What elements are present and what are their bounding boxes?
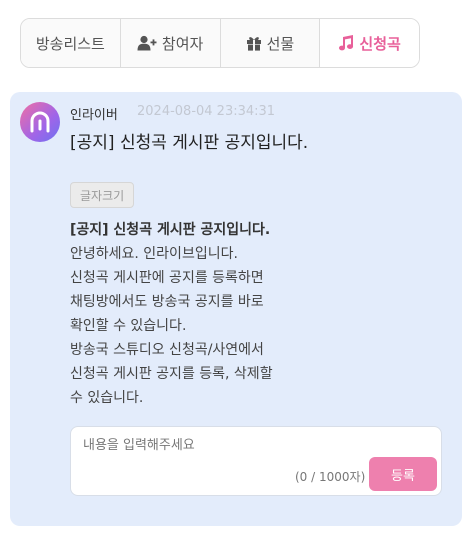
post-body-line: 수 있습니다. bbox=[70, 390, 144, 406]
avatar bbox=[20, 102, 60, 142]
tab-participants[interactable]: 참여자 bbox=[120, 19, 221, 67]
post-author: 인라이버 bbox=[70, 108, 118, 123]
music-note-icon bbox=[339, 35, 354, 51]
tab-participants-label: 참여자 bbox=[161, 34, 204, 53]
tab-broadcast-list-label: 방송리스트 bbox=[35, 34, 105, 53]
post-body-heading: [공지] 신청곡 게시판 공지입니다. bbox=[70, 222, 271, 238]
user-plus-icon bbox=[137, 35, 157, 51]
gift-icon bbox=[246, 37, 261, 51]
tab-song-requests-label: 신청곡 bbox=[359, 34, 401, 53]
post-date: 2024-08-04 23:34:31 bbox=[137, 104, 276, 119]
submit-button[interactable]: 등록 bbox=[369, 457, 437, 491]
post-body: [공지] 신청곡 게시판 공지입니다. 안녕하세요. 인라이브입니다. 신청곡 … bbox=[70, 218, 440, 410]
tab-gifts-label: 선물 bbox=[266, 34, 295, 53]
post-body-line: 신청곡 게시판 공지를 등록, 삭제할 bbox=[70, 366, 273, 382]
character-counter: (0 / 1000자) bbox=[295, 470, 366, 484]
tab-bar: 방송리스트 참여자 선물 신청곡 bbox=[20, 18, 420, 68]
post-body-line: 확인할 수 있습니다. bbox=[70, 318, 187, 334]
inlive-logo-icon bbox=[30, 111, 50, 133]
tab-broadcast-list[interactable]: 방송리스트 bbox=[21, 19, 121, 67]
comment-box: (0 / 1000자) 등록 bbox=[70, 426, 442, 496]
post-body-line: 채팅방에서도 방송국 공지를 바로 bbox=[70, 294, 264, 310]
post-body-line: 안녕하세요. 인라이브입니다. bbox=[70, 246, 238, 262]
post-title: [공지] 신청곡 게시판 공지입니다. bbox=[70, 133, 309, 153]
font-size-button[interactable]: 글자크기 bbox=[70, 182, 135, 208]
post-body-line: 신청곡 게시판에 공지를 등록하면 bbox=[70, 270, 264, 286]
notice-post: 인라이버 2024-08-04 23:34:31 [공지] 신청곡 게시판 공지… bbox=[10, 92, 462, 526]
tab-song-requests[interactable]: 신청곡 bbox=[320, 19, 419, 67]
comment-input[interactable] bbox=[81, 437, 365, 454]
tab-gifts[interactable]: 선물 bbox=[220, 19, 321, 67]
post-body-line: 방송국 스튜디오 신청곡/사연에서 bbox=[70, 342, 264, 358]
